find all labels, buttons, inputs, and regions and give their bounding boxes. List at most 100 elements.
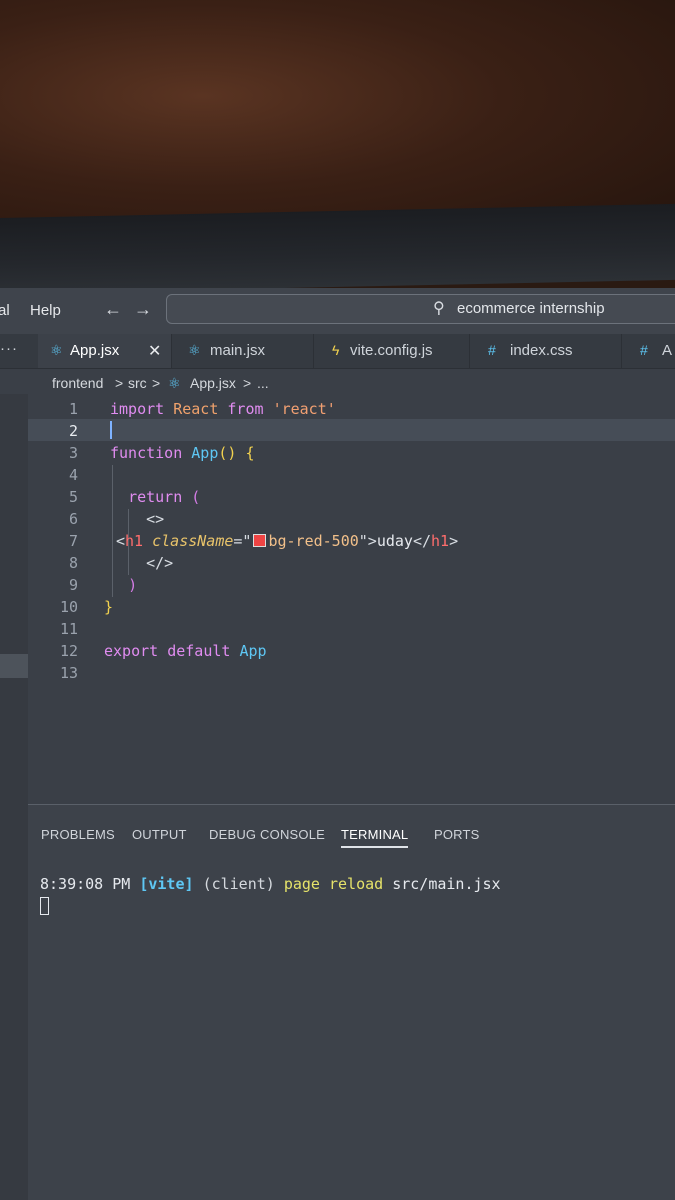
code-line[interactable]: 1 import React from 'react' <box>28 397 675 419</box>
bottom-panel: PROBLEMS OUTPUT DEBUG CONSOLE TERMINAL P… <box>28 804 675 1200</box>
close-icon[interactable]: ✕ <box>148 341 161 361</box>
code-text: return ( <box>110 488 200 506</box>
search-icon: ⚲ <box>433 300 445 317</box>
code-token: { <box>245 444 255 462</box>
code-line[interactable]: 13 <box>28 661 675 683</box>
tab-app-jsx[interactable]: ⚛ App.jsx ✕ <box>38 334 172 368</box>
code-token: uday <box>376 532 413 550</box>
panel-tab-ports[interactable]: PORTS <box>434 827 480 842</box>
code-token: h1 <box>125 532 144 550</box>
panel-tab-output[interactable]: OUTPUT <box>132 827 187 842</box>
code-token: App <box>239 642 267 660</box>
breadcrumb-frontend[interactable]: frontend <box>52 375 103 391</box>
code-line[interactable]: 11 <box>28 617 675 639</box>
code-text: <h1 className=" bg-red-500">uday</h1> <box>116 532 458 550</box>
tab-index-css[interactable]: # index.css <box>470 334 622 368</box>
more-actions-icon[interactable]: ··· <box>0 340 18 357</box>
code-token: </ <box>412 532 432 550</box>
title-bar: al Help ← → ⚲ ecommerce internship <box>0 288 675 334</box>
panel-tab-debug-console[interactable]: DEBUG CONSOLE <box>209 827 325 842</box>
breadcrumb-separator: > <box>152 375 161 391</box>
code-line[interactable]: 5 return ( <box>28 485 675 507</box>
terminal-output-line: 8:39:08 PM [vite] (client) page reload s… <box>40 875 501 893</box>
menu-terminal[interactable]: al <box>0 302 10 319</box>
breadcrumb-src[interactable]: src <box>128 375 147 391</box>
menu-help[interactable]: Help <box>30 302 61 319</box>
line-number: 6 <box>68 510 78 528</box>
code-text: ) <box>110 576 137 594</box>
code-line[interactable]: 8 </> <box>28 551 675 573</box>
tab-label: App.jsx <box>70 342 120 359</box>
monitor-bezel <box>0 203 675 294</box>
code-token: "> <box>358 532 377 550</box>
code-token: return <box>128 488 183 506</box>
side-bar-edge <box>0 394 28 1200</box>
line-number: 3 <box>68 444 78 462</box>
line-number: 11 <box>59 620 78 638</box>
code-line[interactable]: 2 <box>28 419 675 441</box>
line-number: 5 <box>68 488 78 506</box>
react-icon: ⚛ <box>50 342 63 358</box>
terminal-action: page reload <box>283 875 384 893</box>
vscode-window: al Help ← → ⚲ ecommerce internship ··· ⚛… <box>0 288 675 1200</box>
editor-tab-bar: ··· ⚛ App.jsx ✕ ⚛ main.jsx ϟ vite.config… <box>0 334 675 369</box>
code-token: () <box>218 444 237 462</box>
terminal-cursor[interactable] <box>40 897 49 915</box>
tab-vite-config[interactable]: ϟ vite.config.js <box>314 334 470 368</box>
hash-icon: # <box>640 342 648 358</box>
code-line[interactable]: 3 function App() { <box>28 441 675 463</box>
code-text: } <box>104 598 113 616</box>
panel-tab-terminal[interactable]: TERMINAL <box>341 827 409 848</box>
code-token: > <box>449 532 459 550</box>
terminal-vite-tag: [vite] <box>139 875 194 893</box>
code-text: function App() { <box>110 444 255 462</box>
code-line[interactable]: 10} <box>28 595 675 617</box>
code-token: < <box>116 532 126 550</box>
code-text: <> <box>110 510 164 528</box>
tab-overflow[interactable]: # A <box>622 334 675 368</box>
line-number: 9 <box>68 576 78 594</box>
breadcrumb-separator: > <box>243 375 252 391</box>
code-token: h1 <box>431 532 450 550</box>
code-token: } <box>104 598 114 616</box>
code-line[interactable]: 7 <h1 className=" bg-red-500">uday</h1> <box>28 529 675 551</box>
hash-icon: # <box>488 342 496 358</box>
terminal-file: src/main.jsx <box>392 875 501 893</box>
breadcrumb-separator: > <box>115 375 124 391</box>
tab-label: main.jsx <box>210 342 266 359</box>
code-token: </> <box>146 554 174 572</box>
code-token: default <box>167 642 231 660</box>
command-center-search[interactable]: ⚲ ecommerce internship <box>166 294 675 324</box>
code-text: import React from 'react' <box>110 400 336 418</box>
panel-tab-problems[interactable]: PROBLEMS <box>41 827 115 842</box>
forward-arrow-icon[interactable]: → <box>134 299 152 320</box>
background-desk <box>0 0 675 240</box>
line-number: 13 <box>59 664 78 682</box>
code-token: export <box>104 642 159 660</box>
code-token: React <box>173 400 219 418</box>
code-line[interactable]: 9 ) <box>28 573 675 595</box>
code-token: from <box>227 400 264 418</box>
breadcrumb-symbol[interactable]: ... <box>257 375 269 391</box>
bolt-icon: ϟ <box>332 342 340 358</box>
code-token: 'react' <box>272 400 336 418</box>
code-editor[interactable]: 1 import React from 'react' 2 3 function App… <box>28 394 675 804</box>
line-number: 10 <box>59 598 78 616</box>
terminal-time: 8:39:08 PM <box>40 875 131 893</box>
tab-label: index.css <box>510 342 573 359</box>
back-arrow-icon[interactable]: ← <box>104 299 122 320</box>
breadcrumb-file[interactable]: App.jsx <box>190 375 236 391</box>
tab-main-jsx[interactable]: ⚛ main.jsx <box>172 334 314 368</box>
tab-label: A <box>662 342 673 359</box>
line-number: 8 <box>68 554 78 572</box>
code-line[interactable]: 4 <box>28 463 675 485</box>
code-line[interactable]: 6 <> <box>28 507 675 529</box>
code-line[interactable]: 12 export default App <box>28 639 675 661</box>
